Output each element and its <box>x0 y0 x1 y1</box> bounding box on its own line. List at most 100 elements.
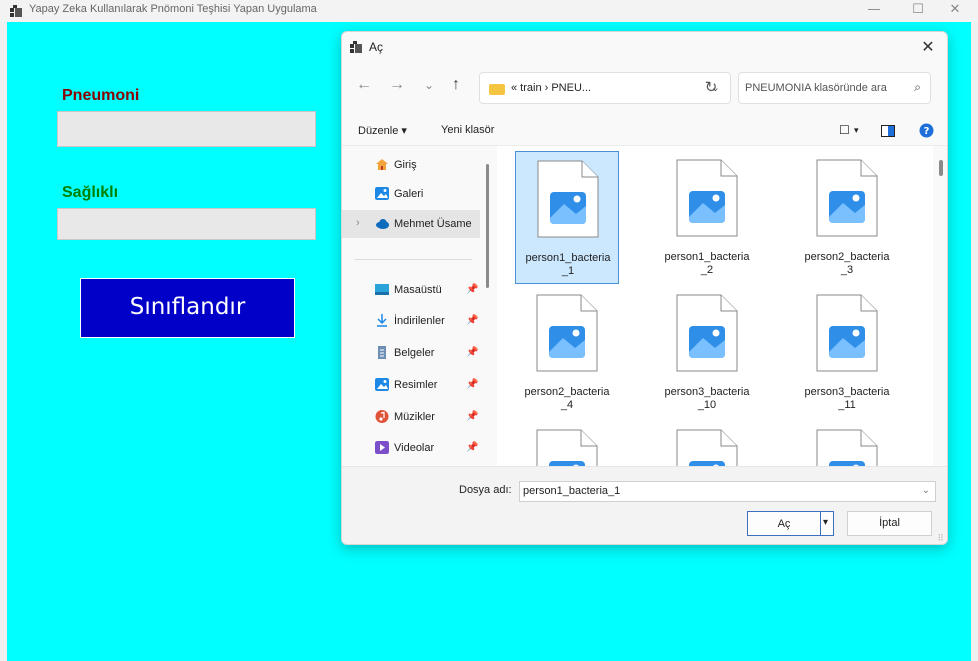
nav-item-gallery[interactable]: Galeri <box>342 180 480 208</box>
gallery-icon <box>375 187 389 200</box>
search-icon[interactable]: ⌕ <box>914 80 921 95</box>
dialog-footer: Dosya adı: person1_bacteria_1 ⌄ Aç ▾ İpt… <box>342 466 947 544</box>
address-bar[interactable]: « train › PNEU... ⌄ <box>479 72 731 104</box>
forward-arrow-icon[interactable]: → <box>387 76 407 94</box>
file-name: person2_bacteria _3 <box>804 251 890 276</box>
close-button[interactable]: ✕ <box>932 0 978 22</box>
nav-item-documents[interactable]: Belgeler 📌 <box>342 339 480 367</box>
expand-chevron-icon[interactable]: › <box>356 217 360 229</box>
new-folder-button[interactable]: Yeni klasör <box>441 124 494 136</box>
dialog-title-bar: Aç ✕ <box>342 32 947 62</box>
view-icon[interactable]: ☐ <box>839 123 850 137</box>
file-name: person1_bacteria _2 <box>664 251 750 276</box>
pin-icon[interactable]: 📌 <box>466 315 478 326</box>
open-options-dropdown-icon[interactable]: ▾ <box>823 517 828 528</box>
file-item[interactable]: person2_bacteria _4 <box>515 286 619 419</box>
address-path[interactable]: « train › PNEU... <box>511 82 591 94</box>
nav-item-label: Masaüstü <box>394 284 442 296</box>
file-item[interactable]: person3_bacteria _10 <box>655 286 759 419</box>
image-file-icon <box>536 294 598 372</box>
nav-item-label: Videolar <box>394 442 435 454</box>
documents-icon <box>378 346 386 359</box>
file-item[interactable]: person1_bacteria _1 <box>515 151 619 284</box>
pneumonia-label: Pneumoni <box>62 87 140 104</box>
folder-icon <box>489 84 505 95</box>
nav-item-music[interactable]: Müzikler 📌 <box>342 403 480 431</box>
pictures-icon <box>375 378 389 391</box>
nav-item-label: Müzikler <box>394 411 435 423</box>
classify-button[interactable]: Sınıflandır <box>80 278 295 338</box>
cancel-button[interactable]: İptal <box>847 511 932 536</box>
file-list-scrollbar[interactable] <box>939 160 943 176</box>
nav-item-videos[interactable]: Videolar 📌 <box>342 434 480 462</box>
resize-grip-icon[interactable]: ⠿ <box>937 533 944 544</box>
title-bar: Yapay Zeka Kullanılarak Pnömoni Teşhisi … <box>0 0 978 22</box>
nav-item-downloads[interactable]: İndirilenler 📌 <box>342 307 480 335</box>
file-item[interactable]: person3_bacteria _11 <box>795 286 899 419</box>
nav-divider <box>354 259 472 260</box>
nav-item-pictures[interactable]: Resimler 📌 <box>342 371 480 399</box>
nav-item-onedrive[interactable]: › Mehmet Üsame <box>342 210 480 238</box>
file-name-label: Dosya adı: <box>459 484 512 496</box>
minimize-button[interactable]: — <box>851 0 897 22</box>
image-file-icon <box>816 429 878 466</box>
healthy-label: Sağlıklı <box>62 184 119 201</box>
pneumonia-textbox[interactable] <box>57 111 316 147</box>
nav-item-label: İndirilenler <box>394 315 445 327</box>
organize-menu[interactable]: Düzenle ▾ <box>358 124 407 137</box>
dialog-close-icon[interactable]: ✕ <box>917 37 939 57</box>
navigation-pane: Giriş Galeri › Mehmet Üsame Masaüstü 📌 İ… <box>342 146 491 466</box>
search-placeholder[interactable]: PNEUMONIA klasöründe ara <box>745 82 887 94</box>
file-name-input[interactable]: person1_bacteria_1 ⌄ <box>519 481 936 502</box>
image-file-icon <box>536 429 598 466</box>
command-bar: Düzenle ▾ Yeni klasör ☐ ▾ ? <box>342 116 947 146</box>
desktop-icon <box>375 284 389 295</box>
nav-item-label: Mehmet Üsame <box>394 218 472 230</box>
open-file-dialog: Aç ✕ ← → ⌄ ↑ « train › PNEU... ⌄ ↻ PNEUM… <box>341 31 948 545</box>
pin-icon[interactable]: 📌 <box>466 379 478 390</box>
app-icon <box>10 5 22 17</box>
pin-icon[interactable]: 📌 <box>466 442 478 453</box>
file-name: person1_bacteria _1 <box>525 252 611 277</box>
pin-icon[interactable]: 📌 <box>466 411 478 422</box>
home-icon <box>376 159 388 170</box>
file-name-dropdown-chevron-icon[interactable]: ⌄ <box>922 485 930 496</box>
file-item[interactable] <box>515 421 619 466</box>
file-item[interactable] <box>655 421 759 466</box>
nav-item-label: Galeri <box>394 188 424 200</box>
file-name-value[interactable]: person1_bacteria_1 <box>523 485 620 497</box>
nav-item-desktop[interactable]: Masaüstü 📌 <box>342 276 480 304</box>
healthy-textbox[interactable] <box>57 208 316 240</box>
cloud-icon <box>376 219 389 229</box>
file-item[interactable]: person1_bacteria _2 <box>655 151 759 284</box>
image-file-icon <box>816 294 878 372</box>
preview-pane-icon[interactable] <box>881 125 895 137</box>
file-item[interactable]: person2_bacteria _3 <box>795 151 899 284</box>
window-title: Yapay Zeka Kullanılarak Pnömoni Teşhisi … <box>29 3 317 15</box>
nav-item-home[interactable]: Giriş <box>342 151 480 179</box>
image-file-icon <box>676 294 738 372</box>
pin-icon[interactable]: 📌 <box>466 284 478 295</box>
file-list: person1_bacteria _1 person1_bacteria _2 pe… <box>497 146 933 466</box>
image-file-icon <box>676 429 738 466</box>
file-name: person3_bacteria _10 <box>664 386 750 411</box>
open-button-divider <box>820 512 821 535</box>
view-dropdown-icon[interactable]: ▾ <box>854 125 859 136</box>
svg-text:?: ? <box>924 126 930 137</box>
dialog-app-icon <box>350 41 362 53</box>
back-arrow-icon[interactable]: ← <box>354 76 374 94</box>
videos-icon <box>375 441 389 454</box>
refresh-icon[interactable]: ↻ <box>701 78 721 96</box>
file-item[interactable] <box>795 421 899 466</box>
dialog-title: Aç <box>369 40 384 54</box>
up-arrow-icon[interactable]: ↑ <box>446 76 466 94</box>
recent-locations-chevron-icon[interactable]: ⌄ <box>419 78 439 92</box>
open-button-label[interactable]: Aç <box>748 518 820 530</box>
help-icon[interactable]: ? <box>919 123 934 138</box>
nav-item-label: Giriş <box>394 159 417 171</box>
nav-pane-scrollbar[interactable] <box>486 164 489 288</box>
pin-icon[interactable]: 📌 <box>466 347 478 358</box>
music-icon <box>375 410 389 423</box>
search-box[interactable]: PNEUMONIA klasöründe ara ⌕ <box>738 72 931 104</box>
open-button[interactable]: Aç ▾ <box>747 511 834 536</box>
